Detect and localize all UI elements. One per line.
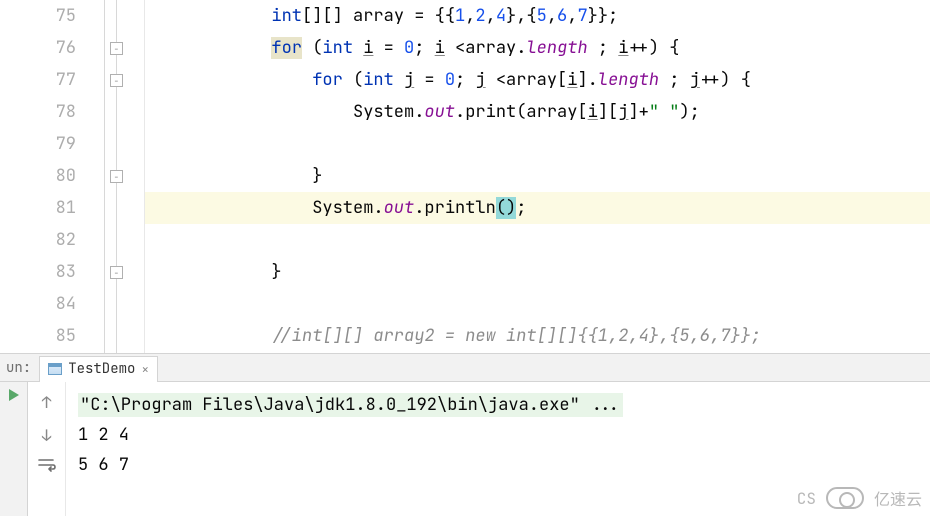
down-arrow-icon[interactable]: ↓ — [42, 425, 52, 446]
fold-close-icon[interactable]: − — [110, 266, 123, 279]
run-tab-bar: un: TestDemo × — [0, 354, 930, 382]
line-number: 80 — [0, 160, 76, 192]
code-editor[interactable]: 7576777879808182838485 − − − − int[][] arra… — [0, 0, 930, 354]
fold-column[interactable]: − − − − — [94, 0, 144, 353]
console-command-line: "C:\Program Files\Java\jdk1.8.0_192\bin\… — [78, 393, 623, 417]
code-line[interactable]: int[][] array = {{1,2,4},{5,6,7}}; — [145, 0, 930, 32]
line-number: 78 — [0, 96, 76, 128]
editor-gutter: 7576777879808182838485 − − − − — [0, 0, 145, 353]
line-number: 81 — [0, 192, 76, 224]
code-line[interactable]: System.out.print(array[i][j]+" "); — [145, 96, 930, 128]
line-number: 75 — [0, 0, 76, 32]
line-number: 82 — [0, 224, 76, 256]
console-toolbar: ↑ ↓ — [28, 382, 66, 516]
cloud-icon — [826, 487, 864, 509]
code-line[interactable]: } — [145, 160, 930, 192]
run-tool-window: un: TestDemo × ↑ ↓ "C:\Program Files\Jav… — [0, 354, 930, 516]
application-icon — [48, 363, 62, 375]
code-line[interactable] — [145, 224, 930, 256]
up-arrow-icon[interactable]: ↑ — [42, 392, 52, 413]
soft-wrap-button[interactable] — [38, 458, 56, 472]
close-icon[interactable]: × — [141, 361, 149, 378]
fold-open-icon[interactable]: − — [110, 74, 123, 87]
code-line[interactable]: } — [145, 256, 930, 288]
fold-close-icon[interactable]: − — [110, 170, 123, 183]
watermark-cs: CS — [797, 488, 816, 509]
tab-label: TestDemo — [68, 360, 135, 378]
line-number: 84 — [0, 288, 76, 320]
run-toolbar-left — [0, 382, 28, 516]
console-line: 5 6 7 — [78, 450, 918, 480]
line-number: 79 — [0, 128, 76, 160]
fold-open-icon[interactable]: − — [110, 42, 123, 55]
code-line[interactable]: for (int j = 0; j <array[i].length ; j++… — [145, 64, 930, 96]
line-number: 76 — [0, 32, 76, 64]
line-number: 77 — [0, 64, 76, 96]
line-number: 85 — [0, 320, 76, 352]
console-line: 1 2 4 — [78, 420, 918, 450]
watermark-brand: 亿速云 — [874, 486, 922, 510]
watermark: CS 亿速云 — [797, 486, 922, 510]
run-panel-label: un: — [4, 359, 39, 377]
code-line[interactable] — [145, 288, 930, 320]
line-number-column: 7576777879808182838485 — [0, 0, 94, 353]
code-line[interactable] — [145, 128, 930, 160]
rerun-button[interactable] — [7, 388, 21, 402]
code-line[interactable]: System.out.println(); — [145, 192, 930, 224]
code-line[interactable]: //int[][] array2 = new int[][]{{1,2,4},{… — [145, 320, 930, 352]
run-tab-testdemo[interactable]: TestDemo × — [39, 356, 158, 382]
line-number: 83 — [0, 256, 76, 288]
code-content[interactable]: int[][] array = {{1,2,4},{5,6,7}}; for (… — [145, 0, 930, 353]
code-line[interactable]: for (int i = 0; i <array.length ; i++) { — [145, 32, 930, 64]
